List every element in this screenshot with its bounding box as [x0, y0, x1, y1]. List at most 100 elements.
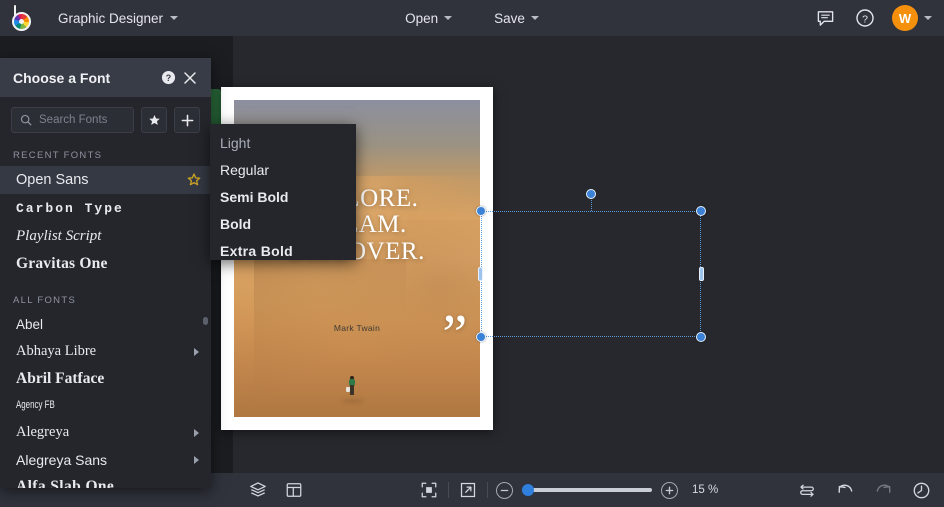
expand-arrow-icon [460, 482, 476, 498]
redo-icon [876, 484, 890, 493]
weight-item-regular[interactable]: Regular [210, 156, 356, 183]
app-root: Graphic Designer Open Save ? W ” EXPLORE… [0, 0, 944, 507]
font-name-label: Gravitas One [16, 255, 108, 273]
save-button[interactable]: Save [482, 6, 551, 31]
font-name-label: Agency FB [16, 399, 55, 411]
question-circle-icon: ? [856, 9, 874, 27]
recent-fonts-list: Open Sans Carbon Type Playlist Script Gr… [0, 166, 211, 286]
zoom-slider-knob[interactable] [522, 484, 534, 496]
chevron-down-icon [170, 16, 179, 20]
layout-grid-icon [286, 483, 302, 497]
chevron-right-icon [194, 428, 199, 437]
zoom-level-label: 15 % [692, 484, 719, 496]
font-weight-submenu: Light Regular Semi Bold Bold Extra Bold [210, 124, 356, 260]
plus-icon [665, 486, 674, 494]
bottom-toolbar-center: 15 % [418, 479, 718, 501]
zoom-slider[interactable] [522, 484, 652, 496]
fit-to-screen-button[interactable] [418, 479, 440, 501]
close-icon [184, 71, 196, 84]
avatar: W [892, 5, 918, 31]
comment-button[interactable] [812, 5, 838, 31]
app-logo[interactable] [0, 0, 46, 36]
layers-button[interactable] [247, 479, 269, 501]
chevron-down-icon [444, 16, 453, 20]
font-row-alegreya-sans[interactable]: Alegreya Sans [0, 446, 211, 473]
font-name-label: Playlist Script [16, 227, 102, 244]
quote-attribution: Mark Twain [333, 323, 381, 334]
font-row-abril-fatface[interactable]: Abril Fatface [0, 365, 211, 392]
undo-button[interactable] [834, 479, 856, 501]
font-panel-title: Choose a Font [13, 69, 111, 86]
font-search-row: Search Fonts [0, 97, 211, 141]
search-input[interactable]: Search Fonts [11, 107, 134, 133]
weight-item-bold[interactable]: Bold [210, 210, 356, 237]
bottom-toolbar-right [796, 479, 932, 501]
account-menu[interactable]: W [892, 5, 932, 31]
swap-arrows-icon [800, 484, 814, 497]
font-panel-help-button[interactable]: ? [157, 67, 179, 89]
font-row-alfa-slab-one[interactable]: Alfa Slab One [0, 473, 211, 488]
search-placeholder: Search Fonts [39, 114, 108, 126]
all-fonts-label: ALL FONTS [13, 295, 77, 306]
walker-figure [346, 375, 355, 398]
comment-icon [817, 10, 833, 26]
open-button-label: Open [405, 10, 439, 26]
bottom-toolbar-left [247, 479, 305, 501]
layers-icon [250, 482, 266, 497]
font-row-gravitas-one[interactable]: Gravitas One [0, 250, 211, 278]
font-row-abel[interactable]: Abel [0, 311, 211, 338]
weight-item-light[interactable]: Light [210, 129, 356, 156]
font-name-label: Abel [16, 316, 44, 332]
choose-font-panel: Choose a Font ? Search Fonts RECENT FONT… [0, 58, 211, 488]
zoom-in-button[interactable] [661, 481, 678, 499]
document-title-label: Graphic Designer [58, 10, 164, 26]
fullscreen-button[interactable] [457, 479, 479, 501]
weight-item-extra-bold[interactable]: Extra Bold [210, 237, 356, 264]
font-row-carbon-type[interactable]: Carbon Type [0, 194, 211, 222]
recent-fonts-label: RECENT FONTS [13, 150, 103, 161]
font-name-label: Alegreya Sans [16, 451, 108, 468]
font-name-label: Alfa Slab One [16, 477, 115, 488]
star-icon [148, 114, 160, 125]
help-button[interactable]: ? [852, 5, 878, 31]
search-icon [20, 114, 32, 126]
chevron-down-icon [530, 16, 539, 20]
add-font-button[interactable] [174, 107, 200, 133]
font-row-alegreya[interactable]: Alegreya [0, 419, 211, 446]
history-button[interactable] [910, 479, 932, 501]
font-row-abhaya-libre[interactable]: Abhaya Libre [0, 338, 211, 365]
top-toolbar-right: ? W [812, 0, 932, 36]
document-title-menu[interactable]: Graphic Designer [46, 6, 190, 31]
weight-item-semi-bold[interactable]: Semi Bold [210, 183, 356, 210]
star-icon[interactable] [187, 173, 201, 187]
minus-icon [500, 489, 509, 491]
fit-to-screen-icon [421, 482, 437, 498]
font-row-playlist-script[interactable]: Playlist Script [0, 222, 211, 250]
open-button[interactable]: Open [393, 6, 464, 31]
favorites-filter-button[interactable] [141, 107, 167, 133]
top-toolbar: Graphic Designer Open Save ? W [0, 0, 944, 36]
font-row-agency-fb[interactable]: Agency FB [0, 392, 211, 419]
clock-history-icon [913, 482, 929, 498]
help-circle-icon: ? [161, 70, 175, 85]
svg-text:?: ? [862, 13, 868, 25]
zoom-out-button[interactable] [496, 481, 513, 499]
swap-button[interactable] [796, 479, 818, 501]
font-name-label: Carbon Type [16, 200, 124, 216]
undo-icon [838, 484, 852, 493]
pages-button[interactable] [283, 479, 305, 501]
font-name-label: Alegreya [16, 424, 70, 441]
font-name-label: Abhaya Libre [16, 343, 97, 360]
all-fonts-list[interactable]: Abel Abhaya Libre Abril Fatface Agency F… [0, 311, 211, 488]
color-wheel-logo-icon [11, 5, 36, 31]
redo-button[interactable] [872, 479, 894, 501]
font-panel-close-button[interactable] [179, 67, 201, 89]
plus-icon [181, 114, 193, 126]
save-button-label: Save [494, 10, 525, 26]
chevron-down-icon [924, 16, 932, 20]
font-row-open-sans[interactable]: Open Sans [0, 166, 211, 194]
font-name-label: Open Sans [16, 171, 89, 188]
close-quote-mark: ” [442, 304, 467, 367]
font-panel-header: Choose a Font ? [0, 58, 211, 97]
font-name-label: Abril Fatface [16, 369, 105, 387]
